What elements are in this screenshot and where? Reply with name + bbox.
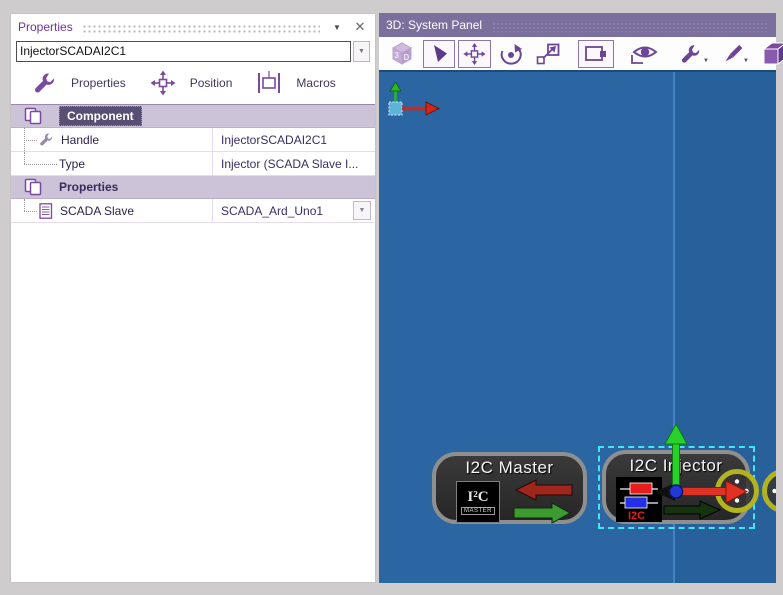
tab-macros-label: Macros xyxy=(296,76,335,90)
visibility-eye-icon[interactable] xyxy=(625,40,665,68)
i2c-master-arrows xyxy=(512,478,574,529)
move-icon xyxy=(150,70,176,96)
wrench-icon xyxy=(33,71,57,95)
handle-wrench-icon xyxy=(39,132,54,147)
row-handle-label: Handle xyxy=(61,133,99,147)
3d-panel-titlebar: 3D: System Panel xyxy=(379,13,776,37)
tools-dropdown-arrow-icon: ▼ xyxy=(703,58,709,64)
tree-line xyxy=(11,128,39,151)
row-handle-value[interactable]: InjectorSCADAI2C1 xyxy=(213,128,375,151)
section-header-component[interactable]: Component xyxy=(11,105,375,128)
frame-select-icon[interactable] xyxy=(578,40,614,68)
3d-system-panel: 3D: System Panel 3 D xyxy=(379,13,776,583)
i2c-injector-badge: I2C xyxy=(616,477,662,522)
axes-gizmo xyxy=(385,82,449,131)
materials-box-icon[interactable]: ▼ xyxy=(756,40,783,68)
pages-icon xyxy=(24,178,43,196)
row-scada-slave[interactable]: SCADA Slave SCADA_Ard_Uno1 ▼ xyxy=(11,199,375,223)
row-scada-slave-value[interactable]: SCADA_Ard_Uno1 xyxy=(221,204,323,218)
row-type-label: Type xyxy=(59,157,85,171)
properties-panel: Properties ▼ ✕ InjectorSCADAI2C1 ▼ Prope… xyxy=(10,13,376,583)
i2c-master-badge: I²C MASTER xyxy=(456,481,500,523)
tab-macros[interactable]: Macros xyxy=(256,71,335,95)
3d-toolbar: 3 D xyxy=(379,37,776,70)
properties-panel-title: Properties xyxy=(18,20,73,34)
pages-icon xyxy=(24,107,43,125)
i2c-injector-green-arrow xyxy=(662,500,724,525)
tab-position-label: Position xyxy=(190,76,233,90)
macros-icon xyxy=(256,71,282,95)
connection-handle[interactable] xyxy=(715,469,759,513)
tools-wrench-icon[interactable]: ▼ xyxy=(676,40,713,68)
arrow-left-red-icon xyxy=(516,480,572,500)
section-header-component-label: Component xyxy=(59,106,142,126)
3d-panel-title: 3D: System Panel xyxy=(386,18,482,32)
run-cursor-icon[interactable] xyxy=(423,40,455,68)
3d-viewport[interactable]: I2C Master I²C MASTER I2C Injector xyxy=(379,70,776,583)
titlebar-grip[interactable] xyxy=(82,24,320,33)
properties-titlebar: Properties ▼ ✕ xyxy=(11,14,375,40)
tab-properties[interactable]: Properties xyxy=(33,71,126,95)
component-name-dropdown-button[interactable]: ▼ xyxy=(353,41,370,62)
row-type-value[interactable]: Injector (SCADA Slave I... xyxy=(213,152,375,175)
rotate-tool-icon[interactable] xyxy=(494,40,528,68)
section-header-properties-label: Properties xyxy=(59,180,118,194)
tree-line xyxy=(11,199,39,222)
svg-text:D: D xyxy=(404,53,410,62)
i2c-master-badge-bottom: MASTER xyxy=(461,507,495,515)
section-header-properties[interactable]: Properties xyxy=(11,176,375,199)
move-tool-icon[interactable] xyxy=(458,40,491,68)
row-scada-slave-label: SCADA Slave xyxy=(60,204,134,218)
tree-line xyxy=(11,152,59,175)
appearance-dropdown-arrow-icon: ▼ xyxy=(743,58,749,64)
panel-close-icon[interactable]: ✕ xyxy=(352,19,368,35)
tab-position[interactable]: Position xyxy=(150,70,233,96)
i2c-injector-badge-text: I2C xyxy=(628,510,645,522)
tab-properties-label: Properties xyxy=(71,76,126,90)
component-i2c-master[interactable]: I2C Master I²C MASTER xyxy=(432,452,587,524)
scale-tool-icon[interactable] xyxy=(531,40,565,68)
arrow-right-green-icon xyxy=(514,503,570,523)
document-icon xyxy=(39,203,53,219)
component-name-combo: InjectorSCADAI2C1 ▼ xyxy=(16,41,370,62)
appearance-brush-icon[interactable]: ▼ xyxy=(716,40,753,68)
panel-collapse-icon[interactable]: ▼ xyxy=(329,23,345,32)
properties-tab-row: Properties Position xyxy=(11,62,375,104)
row-type[interactable]: Type Injector (SCADA Slave I... xyxy=(11,152,375,176)
i2c-master-label: I2C Master xyxy=(436,458,583,478)
i2c-master-badge-top: I²C xyxy=(467,490,488,505)
3d-titlebar-grip[interactable] xyxy=(492,22,768,32)
component-name-input[interactable]: InjectorSCADAI2C1 xyxy=(16,41,351,62)
scada-slave-dropdown-button[interactable]: ▼ xyxy=(353,201,371,220)
svg-text:3: 3 xyxy=(395,51,400,60)
3d-view-icon[interactable]: 3 D xyxy=(384,40,420,68)
property-grid: Component Handle InjectorSCADAI2C1 Type … xyxy=(11,104,375,223)
row-handle[interactable]: Handle InjectorSCADAI2C1 xyxy=(11,128,375,152)
